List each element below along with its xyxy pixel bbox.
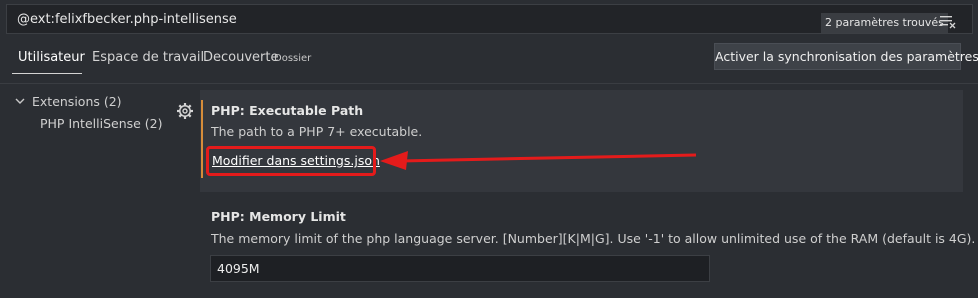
tree-item-php-intellisense[interactable]: PHP IntelliSense (2) xyxy=(40,116,163,131)
gear-icon[interactable] xyxy=(176,102,194,120)
setting-description: The path to a PHP 7+ executable. xyxy=(211,124,423,139)
chevron-down-icon[interactable] xyxy=(14,95,26,107)
header-divider xyxy=(0,83,978,84)
tab-workspace[interactable]: Espace de travail xyxy=(92,50,204,65)
modified-indicator xyxy=(201,100,203,178)
setting-title: PHP: Memory Limit xyxy=(211,209,346,224)
tab-user[interactable]: Utilisateur xyxy=(18,50,85,65)
search-input[interactable]: @ext:felixfbecker.php-intellisense xyxy=(17,12,237,27)
settings-search-bar[interactable]: @ext:felixfbecker.php-intellisense 2 par… xyxy=(6,4,973,34)
setting-description: The memory limit of the php language ser… xyxy=(211,231,976,246)
tree-item-extensions[interactable]: Extensions (2) xyxy=(32,94,122,109)
active-tab-underline xyxy=(12,73,82,74)
tab-folder-sublabel: Dossier xyxy=(274,53,312,64)
annotation-arrow xyxy=(380,151,697,170)
enable-settings-sync-button[interactable]: Activer la synchronisation des paramètre… xyxy=(714,43,978,70)
tab-folder[interactable]: Decouverte xyxy=(203,50,278,65)
setting-title: PHP: Executable Path xyxy=(211,103,364,118)
result-count-badge: 2 paramètres trouvés xyxy=(821,13,948,33)
annotation-highlight-box xyxy=(206,146,376,176)
clear-filter-icon[interactable] xyxy=(940,15,956,29)
memory-limit-input[interactable]: 4095M xyxy=(210,255,710,282)
